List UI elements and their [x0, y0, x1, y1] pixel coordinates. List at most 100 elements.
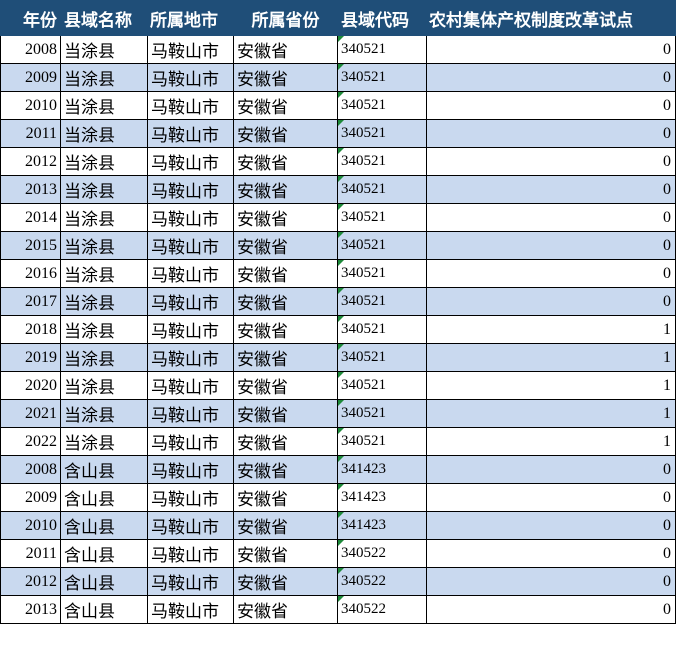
- cell-province[interactable]: 安徽省: [233, 399, 338, 428]
- cell-code[interactable]: 340522: [337, 567, 427, 596]
- cell-city[interactable]: 马鞍山市: [147, 371, 234, 400]
- cell-county[interactable]: 当涂县: [60, 63, 148, 92]
- cell-city[interactable]: 马鞍山市: [147, 119, 234, 148]
- cell-code[interactable]: 340521: [337, 203, 427, 232]
- cell-city[interactable]: 马鞍山市: [147, 231, 234, 260]
- cell-province[interactable]: 安徽省: [233, 315, 338, 344]
- cell-province[interactable]: 安徽省: [233, 539, 338, 568]
- cell-code[interactable]: 341423: [337, 483, 427, 512]
- cell-county[interactable]: 当涂县: [60, 203, 148, 232]
- cell-city[interactable]: 马鞍山市: [147, 63, 234, 92]
- cell-county[interactable]: 含山县: [60, 595, 148, 624]
- column-header-county[interactable]: 县域名称: [60, 0, 148, 36]
- cell-province[interactable]: 安徽省: [233, 203, 338, 232]
- cell-province[interactable]: 安徽省: [233, 231, 338, 260]
- cell-pilot[interactable]: 0: [426, 147, 676, 176]
- cell-pilot[interactable]: 0: [426, 455, 676, 484]
- cell-year[interactable]: 2009: [0, 63, 61, 92]
- cell-province[interactable]: 安徽省: [233, 63, 338, 92]
- cell-pilot[interactable]: 0: [426, 595, 676, 624]
- cell-code[interactable]: 340522: [337, 595, 427, 624]
- cell-code[interactable]: 340521: [337, 259, 427, 288]
- cell-pilot[interactable]: 0: [426, 91, 676, 120]
- cell-county[interactable]: 含山县: [60, 567, 148, 596]
- cell-county[interactable]: 当涂县: [60, 259, 148, 288]
- cell-code[interactable]: 340521: [337, 175, 427, 204]
- cell-year[interactable]: 2015: [0, 231, 61, 260]
- cell-city[interactable]: 马鞍山市: [147, 427, 234, 456]
- cell-year[interactable]: 2017: [0, 287, 61, 316]
- cell-year[interactable]: 2013: [0, 595, 61, 624]
- cell-county[interactable]: 含山县: [60, 483, 148, 512]
- cell-county[interactable]: 当涂县: [60, 175, 148, 204]
- cell-county[interactable]: 当涂县: [60, 231, 148, 260]
- cell-province[interactable]: 安徽省: [233, 427, 338, 456]
- cell-city[interactable]: 马鞍山市: [147, 35, 234, 64]
- column-header-year[interactable]: 年份: [0, 0, 61, 36]
- cell-year[interactable]: 2010: [0, 91, 61, 120]
- cell-city[interactable]: 马鞍山市: [147, 539, 234, 568]
- cell-pilot[interactable]: 0: [426, 175, 676, 204]
- cell-city[interactable]: 马鞍山市: [147, 483, 234, 512]
- cell-year[interactable]: 2016: [0, 259, 61, 288]
- cell-code[interactable]: 340521: [337, 343, 427, 372]
- cell-year[interactable]: 2008: [0, 35, 61, 64]
- cell-year[interactable]: 2010: [0, 511, 61, 540]
- cell-province[interactable]: 安徽省: [233, 287, 338, 316]
- cell-year[interactable]: 2022: [0, 427, 61, 456]
- cell-province[interactable]: 安徽省: [233, 371, 338, 400]
- cell-province[interactable]: 安徽省: [233, 91, 338, 120]
- cell-county[interactable]: 当涂县: [60, 399, 148, 428]
- cell-city[interactable]: 马鞍山市: [147, 567, 234, 596]
- cell-pilot[interactable]: 0: [426, 63, 676, 92]
- cell-province[interactable]: 安徽省: [233, 455, 338, 484]
- cell-province[interactable]: 安徽省: [233, 343, 338, 372]
- cell-code[interactable]: 340521: [337, 119, 427, 148]
- cell-city[interactable]: 马鞍山市: [147, 203, 234, 232]
- cell-code[interactable]: 340521: [337, 63, 427, 92]
- cell-province[interactable]: 安徽省: [233, 595, 338, 624]
- cell-county[interactable]: 当涂县: [60, 287, 148, 316]
- cell-year[interactable]: 2012: [0, 567, 61, 596]
- cell-province[interactable]: 安徽省: [233, 483, 338, 512]
- cell-code[interactable]: 340521: [337, 35, 427, 64]
- cell-city[interactable]: 马鞍山市: [147, 287, 234, 316]
- cell-pilot[interactable]: 0: [426, 567, 676, 596]
- cell-pilot[interactable]: 0: [426, 483, 676, 512]
- cell-year[interactable]: 2021: [0, 399, 61, 428]
- cell-county[interactable]: 含山县: [60, 455, 148, 484]
- cell-province[interactable]: 安徽省: [233, 35, 338, 64]
- cell-pilot[interactable]: 0: [426, 119, 676, 148]
- cell-pilot[interactable]: 1: [426, 343, 676, 372]
- cell-year[interactable]: 2019: [0, 343, 61, 372]
- cell-county[interactable]: 当涂县: [60, 91, 148, 120]
- cell-pilot[interactable]: 0: [426, 539, 676, 568]
- cell-code[interactable]: 341423: [337, 511, 427, 540]
- cell-year[interactable]: 2012: [0, 147, 61, 176]
- cell-year[interactable]: 2011: [0, 539, 61, 568]
- cell-year[interactable]: 2014: [0, 203, 61, 232]
- cell-code[interactable]: 341423: [337, 455, 427, 484]
- cell-pilot[interactable]: 0: [426, 259, 676, 288]
- cell-pilot[interactable]: 1: [426, 315, 676, 344]
- cell-county[interactable]: 当涂县: [60, 427, 148, 456]
- cell-code[interactable]: 340521: [337, 91, 427, 120]
- cell-province[interactable]: 安徽省: [233, 147, 338, 176]
- column-header-pilot[interactable]: 农村集体产权制度改革试点: [426, 0, 676, 36]
- cell-county[interactable]: 当涂县: [60, 119, 148, 148]
- cell-year[interactable]: 2020: [0, 371, 61, 400]
- cell-city[interactable]: 马鞍山市: [147, 175, 234, 204]
- cell-code[interactable]: 340521: [337, 287, 427, 316]
- cell-province[interactable]: 安徽省: [233, 259, 338, 288]
- cell-pilot[interactable]: 0: [426, 287, 676, 316]
- cell-city[interactable]: 马鞍山市: [147, 147, 234, 176]
- cell-code[interactable]: 340521: [337, 231, 427, 260]
- cell-county[interactable]: 含山县: [60, 539, 148, 568]
- cell-code[interactable]: 340522: [337, 539, 427, 568]
- cell-city[interactable]: 马鞍山市: [147, 455, 234, 484]
- cell-county[interactable]: 当涂县: [60, 315, 148, 344]
- cell-province[interactable]: 安徽省: [233, 175, 338, 204]
- cell-code[interactable]: 340521: [337, 427, 427, 456]
- cell-pilot[interactable]: 1: [426, 399, 676, 428]
- cell-pilot[interactable]: 1: [426, 371, 676, 400]
